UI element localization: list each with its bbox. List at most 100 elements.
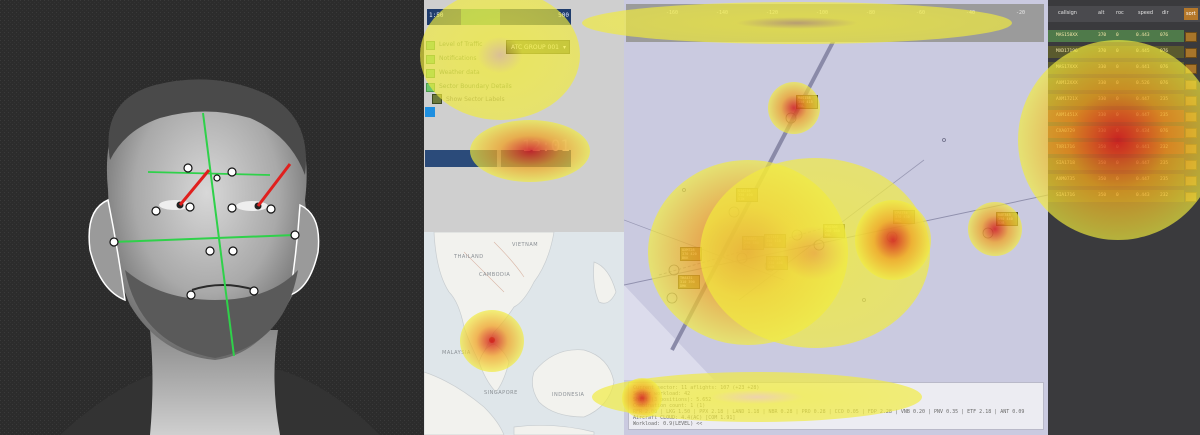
- checkbox-icon[interactable]: [426, 69, 435, 78]
- tag-dest: SIN: [738, 197, 745, 201]
- table-cell: SIA1716: [1056, 193, 1075, 198]
- region-minimap[interactable]: THAILAND CAMBODIA VIETNAM MALAYSIA SINGA…: [424, 232, 624, 435]
- row-action-button[interactable]: [1185, 80, 1197, 90]
- flight-tag[interactable]: UAE343 390 440 DXB: [996, 212, 1018, 226]
- column-header[interactable]: speed: [1138, 10, 1153, 16]
- row-action-button[interactable]: [1185, 144, 1197, 154]
- column-header[interactable]: roc: [1116, 10, 1124, 16]
- blue-status-chip[interactable]: [425, 107, 435, 117]
- table-cell: 0: [1116, 145, 1119, 150]
- row-action-button[interactable]: [1185, 112, 1197, 122]
- layer-item-notifications[interactable]: Notifications: [424, 54, 574, 66]
- table-cell: 232: [1160, 145, 1169, 150]
- row-action-button[interactable]: [1185, 192, 1197, 202]
- table-cell: 235: [1160, 113, 1169, 118]
- row-action-button[interactable]: [1185, 128, 1197, 138]
- progress-fill: [461, 9, 500, 25]
- table-row[interactable]: MAS158XX 370 0 0.443 076: [1048, 30, 1184, 42]
- table-cell: CXA0729: [1056, 129, 1075, 134]
- landmark-point: [151, 206, 161, 216]
- right-eye: [236, 201, 268, 211]
- traffic-progress-bar[interactable]: 1:50 500: [427, 9, 571, 25]
- table-cell: 330: [1098, 97, 1107, 102]
- layer-item-weather[interactable]: Weather data: [424, 68, 574, 80]
- table-cell: 0.447: [1136, 113, 1150, 118]
- table-cell: 0.445: [1136, 49, 1150, 54]
- map-label: VIETNAM: [512, 242, 539, 248]
- table-cell: AXM1721X: [1056, 97, 1078, 102]
- column-header[interactable]: dir: [1162, 10, 1169, 16]
- flight-tag[interactable]: THA431 310 390 DMK: [678, 275, 700, 289]
- sector-status-console: Current sector: 11 aflights: 107 (+23 +2…: [628, 382, 1044, 430]
- flight-tag[interactable]: GIA882 290 380 CGK: [742, 236, 764, 250]
- row-action-button[interactable]: [1185, 32, 1197, 42]
- map-label: THAILAND: [454, 254, 484, 260]
- scale-tick: -40: [966, 10, 976, 16]
- console-line: Workload: 0.9(LEVEL) <<: [633, 421, 703, 427]
- screen-root: 1:50 500 Level of Traffic Notifications …: [0, 0, 1200, 435]
- flight-tag[interactable]: SIA216 330 400 SIN: [736, 188, 758, 202]
- table-row[interactable]: AXM1721X 330 0 0.447 235: [1048, 94, 1184, 106]
- radar-canvas: [624, 0, 1048, 435]
- tag-dest: HKG: [895, 219, 902, 223]
- table-cell: AXM0735: [1056, 177, 1075, 182]
- table-cell: MAS17XXX: [1056, 65, 1078, 70]
- table-row[interactable]: TXR1716 350 0 0.441 232: [1048, 142, 1184, 154]
- map-label: INDONESIA: [552, 392, 585, 398]
- table-row[interactable]: SIA1716 350 0 0.443 232: [1048, 190, 1184, 202]
- row-action-button[interactable]: [1185, 176, 1197, 186]
- table-row[interactable]: CXA0729 330 0 0.434 076: [1048, 126, 1184, 138]
- scale-tick: -60: [916, 10, 926, 16]
- table-cell: 330: [1098, 113, 1107, 118]
- table-row[interactable]: AXM0735 350 0 0.447 235: [1048, 174, 1184, 186]
- group-select-value: ATC GROUP 001: [511, 44, 559, 51]
- layer-item-sector[interactable]: Sector Boundary Details: [424, 82, 574, 94]
- table-cell: AXM12XXX: [1056, 81, 1078, 86]
- table-cell: 0: [1116, 81, 1119, 86]
- landmark-point: [227, 167, 237, 177]
- tag-dest: SGN: [768, 265, 775, 269]
- checkbox-icon[interactable]: [426, 83, 435, 92]
- column-header[interactable]: alt: [1098, 10, 1104, 16]
- checkbox-icon[interactable]: [426, 55, 435, 64]
- focus-marker: [489, 337, 495, 343]
- flight-tag[interactable]: MAS158 350 415 KUL: [796, 95, 818, 109]
- landmark-point: [205, 246, 215, 256]
- atc-group-select[interactable]: ATC GROUP 001 ▾: [506, 40, 570, 54]
- table-row[interactable]: AXM1451X 330 0 0.447 235: [1048, 110, 1184, 122]
- flight-tag[interactable]: MXD306 280 360 KUL: [823, 224, 845, 238]
- tag-dest: KUL: [825, 233, 832, 237]
- row-action-button[interactable]: [1185, 96, 1197, 106]
- table-cell: 0.447: [1136, 97, 1150, 102]
- scale-tick: -160: [666, 10, 679, 16]
- row-action-button[interactable]: [1185, 48, 1197, 58]
- progress-label-right: 500: [558, 12, 569, 19]
- minimap-canvas: [424, 232, 624, 435]
- table-cell: 232: [1160, 193, 1169, 198]
- sort-button[interactable]: sort: [1184, 8, 1198, 20]
- table-cell: 0.526: [1136, 81, 1150, 86]
- table-row[interactable]: MXD17196 370 0 0.445 076: [1048, 46, 1184, 58]
- checkbox-icon[interactable]: [426, 41, 435, 50]
- table-header: callsign alt roc speed dir: [1048, 6, 1200, 22]
- row-action-button[interactable]: [1185, 64, 1197, 74]
- table-row[interactable]: AXM12XXX 330 0 0.526 076: [1048, 78, 1184, 90]
- table-row[interactable]: SIA1718 350 0 0.447 235: [1048, 158, 1184, 170]
- landmark-point: [290, 230, 300, 240]
- table-cell: 0: [1116, 161, 1119, 166]
- clock-display: 12:01: [521, 136, 570, 155]
- flight-tag[interactable]: JST117 350 410 SIN: [764, 234, 786, 248]
- radar-view[interactable]: [624, 0, 1048, 435]
- row-action-button[interactable]: [1185, 160, 1197, 170]
- flight-tag[interactable]: CPA734 370 430 HKG: [893, 210, 915, 224]
- flight-tag[interactable]: AXM728 370 420 BKK: [680, 247, 702, 261]
- table-cell: 330: [1098, 129, 1107, 134]
- radar-scale-bar[interactable]: -160 -140 -120 -100 -80 -60 -40 -20: [626, 4, 1044, 42]
- table-row[interactable]: MAS17XXX 330 0 0.441 076: [1048, 62, 1184, 74]
- flight-tag[interactable]: VJC915 330 400 SGN: [766, 256, 788, 270]
- sector-label-toggle[interactable]: [432, 94, 442, 104]
- column-header[interactable]: callsign: [1058, 10, 1077, 16]
- scale-tick: -120: [766, 10, 779, 16]
- table-cell: 0: [1116, 49, 1119, 54]
- table-cell: 0.441: [1136, 145, 1150, 150]
